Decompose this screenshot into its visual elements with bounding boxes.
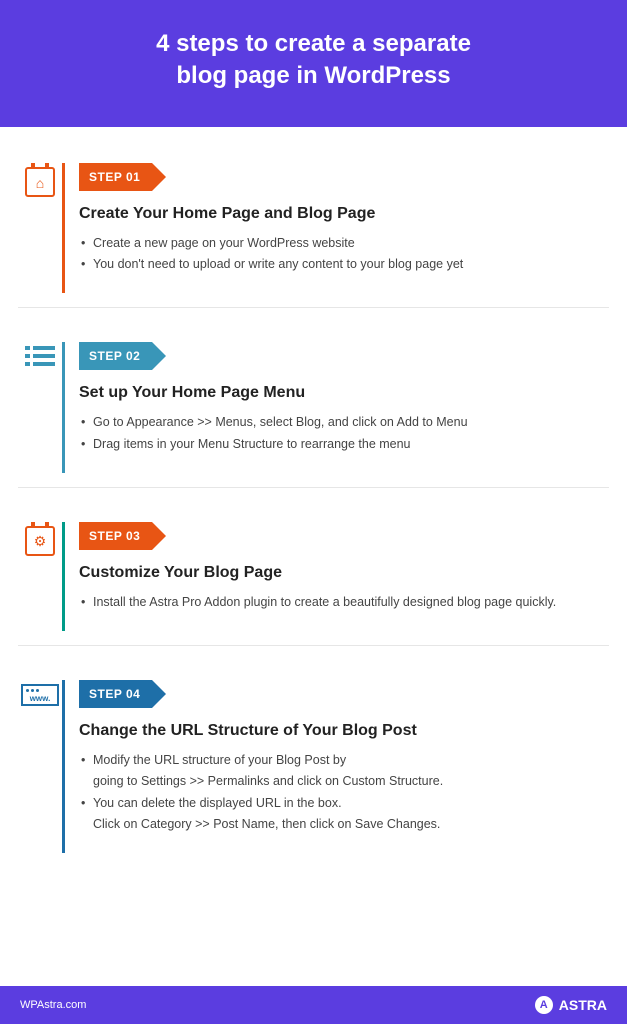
list-item: Drag items in your Menu Structure to rea… [79, 434, 609, 455]
divider [18, 645, 609, 646]
step-3-list: Install the Astra Pro Addon plugin to cr… [79, 592, 609, 613]
list-item: You can delete the displayed URL in the … [79, 793, 609, 836]
step-4-list: Modify the URL structure of your Blog Po… [79, 750, 609, 835]
list-item: Install the Astra Pro Addon plugin to cr… [79, 592, 609, 613]
step-1-body: STEP 01 Create Your Home Page and Blog P… [62, 163, 609, 294]
step-1-list: Create a new page on your WordPress webs… [79, 233, 609, 276]
step-3-body: STEP 03 Customize Your Blog Page Install… [62, 522, 609, 631]
divider [18, 487, 609, 488]
list-item: Modify the URL structure of your Blog Po… [79, 750, 609, 793]
step-2-icon-col [18, 342, 62, 366]
step-1-icon-col [18, 163, 62, 197]
step-4-body: STEP 04 Change the URL Structure of Your… [62, 680, 609, 853]
step-3-title: Customize Your Blog Page [79, 564, 609, 582]
step-1-badge: STEP 01 [79, 163, 152, 191]
step-4: www. STEP 04 Change the URL Structure of… [18, 680, 609, 853]
step-3-badge: STEP 03 [79, 522, 152, 550]
list-item: You don't need to upload or write any co… [79, 254, 609, 275]
content-area: STEP 01 Create Your Home Page and Blog P… [0, 127, 627, 986]
step-2-list: Go to Appearance >> Menus, select Blog, … [79, 412, 609, 455]
browser-www-icon: www. [21, 684, 59, 706]
page-title: 4 steps to create a separate blog page i… [20, 28, 607, 93]
step-2: STEP 02 Set up Your Home Page Menu Go to… [18, 342, 609, 473]
page-footer: WPAstra.com A ASTRA [0, 986, 627, 1024]
step-3: STEP 03 Customize Your Blog Page Install… [18, 522, 609, 631]
step-2-title: Set up Your Home Page Menu [79, 384, 609, 402]
step-4-badge: STEP 04 [79, 680, 152, 708]
brand-name: ASTRA [559, 997, 607, 1013]
step-4-icon-col: www. [18, 680, 62, 706]
footer-brand: A ASTRA [535, 996, 607, 1014]
step-1: STEP 01 Create Your Home Page and Blog P… [18, 163, 609, 294]
calendar-gear-icon [25, 526, 55, 556]
divider [18, 307, 609, 308]
step-2-badge: STEP 02 [79, 342, 152, 370]
title-line-1: 4 steps to create a separate [156, 30, 471, 57]
calendar-home-icon [25, 167, 55, 197]
step-3-icon-col [18, 522, 62, 556]
step-2-body: STEP 02 Set up Your Home Page Menu Go to… [62, 342, 609, 473]
menu-list-icon [25, 346, 55, 366]
page-header: 4 steps to create a separate blog page i… [0, 0, 627, 127]
list-item: Create a new page on your WordPress webs… [79, 233, 609, 254]
footer-site: WPAstra.com [20, 999, 86, 1011]
astra-logo-icon: A [535, 996, 553, 1014]
list-item: Go to Appearance >> Menus, select Blog, … [79, 412, 609, 433]
step-4-title: Change the URL Structure of Your Blog Po… [79, 722, 609, 740]
step-1-title: Create Your Home Page and Blog Page [79, 205, 609, 223]
title-line-2: blog page in WordPress [176, 62, 450, 89]
